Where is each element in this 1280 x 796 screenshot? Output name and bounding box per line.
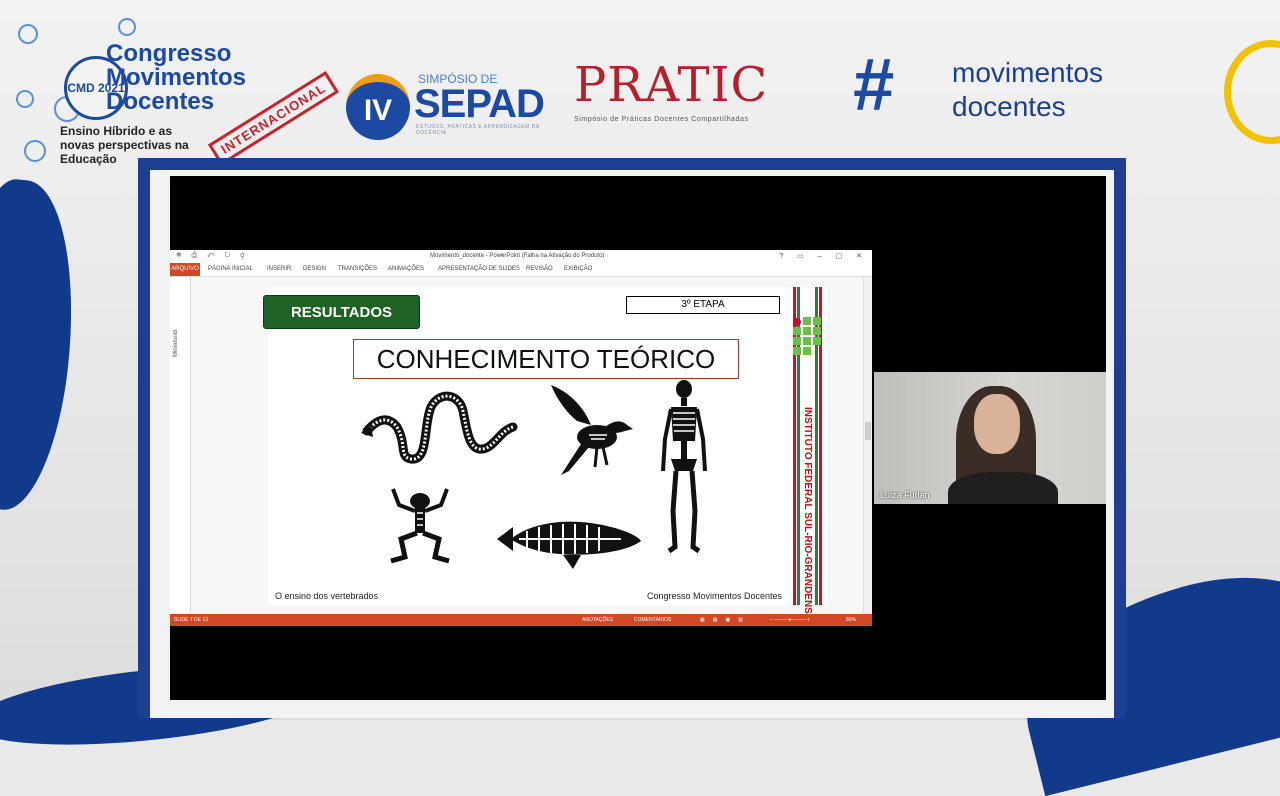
participant-body (948, 472, 1058, 504)
frog-skeleton-image (390, 488, 450, 564)
vertical-scrollbar[interactable] (863, 277, 872, 613)
window-controls[interactable]: ? ▭ – ▢ ✕ (779, 252, 868, 260)
tab-transitions[interactable]: TRANSIÇÕES (338, 266, 377, 272)
institute-logo-bar: INSTITUTO FEDERAL SUL-RIO-GRANDENSE (793, 287, 825, 621)
participant-name: Luiza Furlan (880, 490, 930, 500)
tab-animations[interactable]: ANIMAÇÕES (388, 266, 424, 272)
tab-review[interactable]: REVISÃO (526, 266, 553, 272)
molecule-node (24, 140, 46, 162)
pratic-logo: PRATIC Simpósio de Práticas Docentes Com… (574, 60, 768, 123)
powerpoint-title-bar: ⛯ ⎙ ↶ ↻ ⚲ Movimento_docente - PowerPoint… (170, 250, 872, 263)
resultados-label: RESULTADOS (263, 295, 420, 329)
window-title: Movimento_docente - PowerPoint (Falha na… (430, 253, 605, 259)
molecule-node (16, 90, 34, 108)
slide[interactable]: RESULTADOS 3º ETAPA CONHECIMENTO TEÓRICO (263, 287, 827, 621)
slide-footer-right: Congresso Movimentos Docentes (647, 591, 783, 601)
sepad-logo: IV SIMPÓSIO DE SEPAD ESTUDOS, PRÁTICAS E… (338, 56, 548, 140)
cmd-logo: CMD 2021 Congresso Movimentos Docentes E… (14, 16, 339, 166)
cmd-title: Congresso Movimentos Docentes (106, 40, 247, 115)
slide-canvas[interactable]: RESULTADOS 3º ETAPA CONHECIMENTO TEÓRICO (191, 277, 863, 621)
snake-skeleton-image (361, 391, 518, 464)
quick-access-toolbar[interactable]: ⛯ ⎙ ↶ ↻ ⚲ (176, 252, 248, 260)
notes-button[interactable]: ANOTAÇÕES (582, 617, 613, 623)
slide-footer-left: O ensino dos vertebrados (275, 591, 379, 601)
comments-button[interactable]: COMENTÁRIOS (634, 617, 671, 623)
molecule-node (18, 24, 38, 44)
participant-video[interactable]: Luiza Furlan (874, 372, 1106, 504)
institute-logo-grid (793, 317, 825, 357)
molecule-node (118, 18, 136, 36)
sepad-name: SEPAD (414, 82, 545, 126)
movimentos-line-2: docentes (952, 91, 1066, 122)
participant-face (974, 394, 1020, 454)
slide-counter: SLIDE 7 DE 13 (174, 617, 208, 623)
sepad-numeral: IV (346, 74, 410, 140)
tab-slideshow[interactable]: APRESENTAÇÃO DE SLIDES (438, 266, 520, 272)
status-bar: SLIDE 7 DE 13 ANOTAÇÕES COMENTÁRIOS ▦▤▣▥… (170, 614, 872, 626)
fish-skeleton-image (497, 521, 641, 569)
scrollbar-thumb[interactable] (865, 422, 871, 440)
institute-name: INSTITUTO FEDERAL SUL-RIO-GRANDENSE (802, 407, 813, 621)
zoom-slider[interactable]: – ────●──── + (770, 617, 810, 623)
movimentos-line-1: movimentos (952, 57, 1103, 88)
powerpoint-window: ⛯ ⎙ ↶ ↻ ⚲ Movimento_docente - PowerPoint… (170, 250, 872, 626)
stage-label: 3º ETAPA (626, 296, 780, 314)
sepad-tagline: ESTUDOS, PRÁTICAS E APRENDIZAGEM DA DOCÊ… (416, 124, 540, 136)
zoom-level[interactable]: 89% (846, 617, 856, 623)
view-buttons[interactable]: ▦▤▣▥ (700, 617, 751, 623)
tab-view[interactable]: EXIBIÇÃO (564, 266, 592, 272)
tab-design[interactable]: DESIGN (303, 266, 326, 272)
slide-heading: CONHECIMENTO TEÓRICO (353, 339, 739, 379)
bird-skeleton-image (551, 385, 633, 475)
ribbon-tabs: ARQUIVO PÁGINA INICIAL INSERIR DESIGN TR… (170, 263, 872, 277)
thumbnails-panel[interactable]: Miniaturas (170, 277, 191, 613)
tab-insert[interactable]: INSERIR (267, 266, 291, 272)
thumbnails-label: Miniaturas (173, 329, 179, 357)
pratic-name: PRATIC (574, 57, 769, 113)
tab-home[interactable]: PÁGINA INICIAL (208, 266, 253, 272)
movimentos-name: movimentos docentes (952, 56, 1103, 124)
hashtag-icon: # (852, 43, 894, 126)
tab-file[interactable]: ARQUIVO (170, 263, 200, 276)
human-skeleton-image (661, 380, 707, 554)
pratic-subtitle: Simpósio de Práticas Docentes Compartilh… (574, 116, 749, 123)
